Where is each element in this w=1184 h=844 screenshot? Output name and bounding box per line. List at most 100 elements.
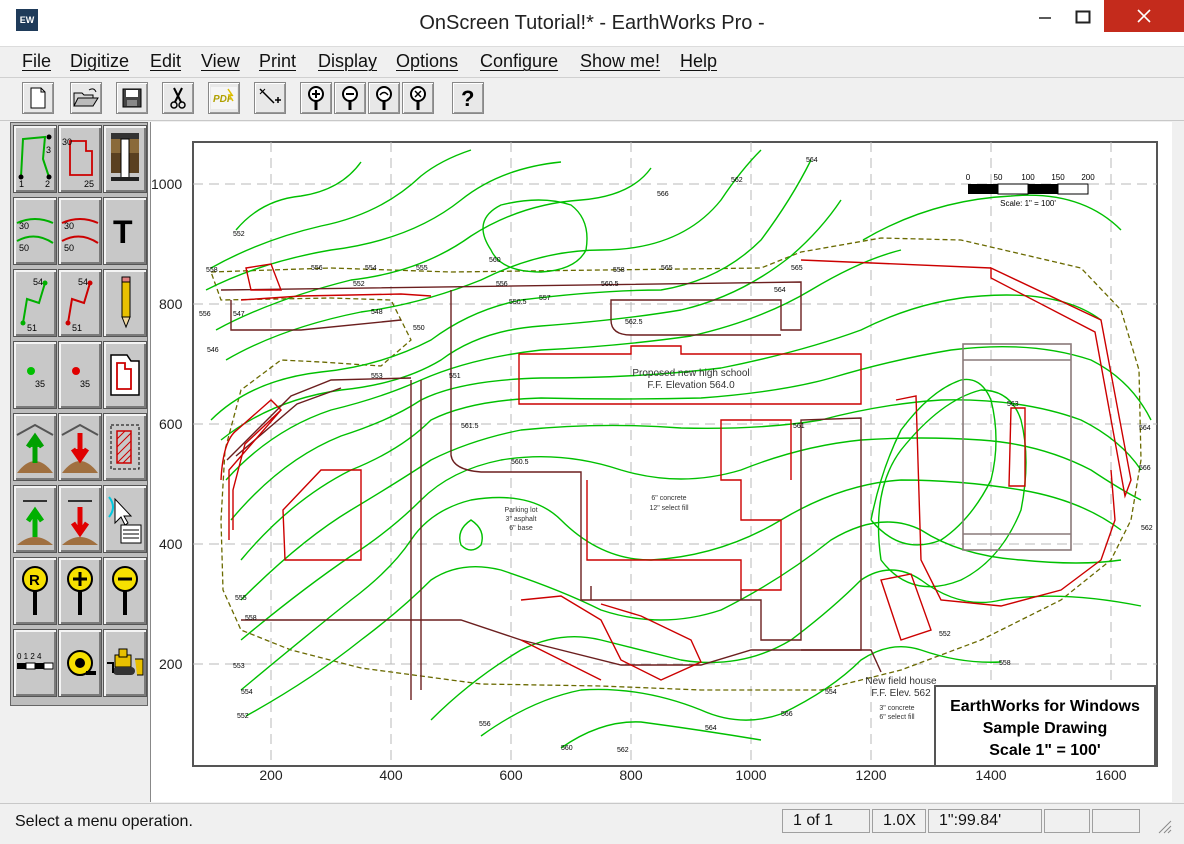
svg-text:54: 54 bbox=[78, 277, 88, 287]
svg-text:554: 554 bbox=[365, 265, 377, 272]
scale-bar-tool[interactable]: 0 1 2 4 bbox=[13, 629, 57, 697]
menu-digitize[interactable]: Digitize bbox=[70, 51, 129, 72]
zoom-window-button[interactable] bbox=[368, 82, 400, 114]
svg-text:560.5: 560.5 bbox=[601, 281, 619, 288]
select-properties-tool[interactable] bbox=[103, 485, 147, 553]
fill-up-icon bbox=[16, 423, 54, 473]
resize-grip-icon[interactable] bbox=[1156, 818, 1172, 834]
hatched-area-icon bbox=[110, 424, 140, 470]
svg-text:35: 35 bbox=[80, 379, 90, 389]
svg-text:R: R bbox=[29, 572, 40, 589]
zoom-minus-tool[interactable] bbox=[103, 557, 147, 625]
zoom-in-icon bbox=[67, 566, 93, 615]
open-file-button[interactable] bbox=[70, 82, 102, 114]
zoom-all-button[interactable] bbox=[402, 82, 434, 114]
svg-text:561.5: 561.5 bbox=[461, 423, 479, 430]
menu-file[interactable]: File bbox=[22, 51, 51, 72]
cut-button[interactable] bbox=[162, 82, 194, 114]
measure-tool[interactable] bbox=[58, 629, 102, 697]
x-tick-label: 400 bbox=[379, 767, 403, 783]
svg-text:T: T bbox=[113, 214, 133, 250]
polyline-connect-tool[interactable]: 51 54 bbox=[13, 269, 57, 337]
polyline-red-tool[interactable]: 51 54 bbox=[58, 269, 102, 337]
pencil-tool[interactable] bbox=[103, 269, 147, 337]
svg-text:565: 565 bbox=[661, 265, 673, 272]
svg-text:565: 565 bbox=[791, 265, 803, 272]
svg-text:30: 30 bbox=[62, 137, 72, 147]
soil-boring-tool[interactable] bbox=[103, 125, 147, 193]
pencil-icon bbox=[121, 276, 131, 329]
raise-surface-tool[interactable] bbox=[13, 485, 57, 553]
svg-text:552: 552 bbox=[233, 231, 245, 238]
scale-bar-icon: 0 1 2 4 bbox=[17, 652, 54, 670]
svg-text:3: 3 bbox=[46, 145, 51, 155]
site-plan-drawing: 1000 800 600 400 200 200 400 600 800 100… bbox=[151, 141, 1158, 783]
menu-show-me[interactable]: Show me! bbox=[580, 51, 660, 72]
svg-text:555: 555 bbox=[416, 265, 428, 272]
green-point-tool[interactable]: 35 bbox=[13, 341, 57, 409]
pdf-button[interactable]: PDF bbox=[208, 82, 240, 114]
bulldozer-icon bbox=[107, 648, 144, 676]
zoom-in-button[interactable] bbox=[300, 82, 332, 114]
zoom-out-icon bbox=[112, 566, 138, 615]
svg-text:547: 547 bbox=[233, 311, 245, 318]
status-panel-empty bbox=[1044, 809, 1090, 833]
red-point-tool[interactable]: 35 bbox=[58, 341, 102, 409]
save-button[interactable] bbox=[116, 82, 148, 114]
add-point-button[interactable] bbox=[254, 82, 286, 114]
status-scale: 1":99.84' bbox=[928, 809, 1042, 833]
label-base: 6" base bbox=[509, 525, 533, 532]
y-tick-label: 400 bbox=[159, 536, 183, 552]
label-concrete: 6" concrete bbox=[651, 495, 686, 502]
lower-surface-tool[interactable] bbox=[58, 485, 102, 553]
svg-text:553: 553 bbox=[371, 373, 383, 380]
cut-down-tool[interactable] bbox=[58, 413, 102, 481]
zoom-redraw-icon: R bbox=[22, 566, 48, 615]
svg-text:550: 550 bbox=[413, 325, 425, 332]
menu-configure[interactable]: Configure bbox=[480, 51, 558, 72]
drawing-canvas[interactable]: 1000 800 600 400 200 200 400 600 800 100… bbox=[150, 122, 1173, 802]
fill-up-tool[interactable] bbox=[13, 413, 57, 481]
contour-lines-tool[interactable]: 30 50 bbox=[13, 197, 57, 265]
digitize-points-icon: 1 2 3 bbox=[18, 134, 52, 189]
svg-text:564: 564 bbox=[1139, 425, 1151, 432]
menu-display[interactable]: Display bbox=[318, 51, 377, 72]
zoom-redraw-tool[interactable]: R bbox=[13, 557, 57, 625]
menu-edit[interactable]: Edit bbox=[150, 51, 181, 72]
title-block: EarthWorks for Windows Sample Drawing Sc… bbox=[934, 685, 1156, 767]
status-message: Select a menu operation. bbox=[15, 813, 193, 830]
add-point-icon bbox=[259, 88, 281, 104]
svg-text:546: 546 bbox=[207, 347, 219, 354]
menu-view[interactable]: View bbox=[201, 51, 240, 72]
open-folder-icon bbox=[73, 88, 99, 107]
svg-text:100: 100 bbox=[1021, 173, 1035, 182]
window-title: OnScreen Tutorial!* - EarthWorks Pro - bbox=[419, 12, 765, 34]
digitize-polygon-tool[interactable]: 30 25 bbox=[58, 125, 102, 193]
svg-text:50: 50 bbox=[994, 173, 1003, 182]
text-tool[interactable]: T bbox=[103, 197, 147, 265]
svg-text:555: 555 bbox=[235, 595, 247, 602]
label-school-elevation: F.F. Elevation 564.0 bbox=[647, 380, 735, 391]
area-outline-tool[interactable] bbox=[103, 341, 147, 409]
digitize-points-tool[interactable]: 1 2 3 bbox=[13, 125, 57, 193]
zoom-plus-tool[interactable] bbox=[58, 557, 102, 625]
svg-text:548: 548 bbox=[371, 309, 383, 316]
x-tick-label: 800 bbox=[619, 767, 643, 783]
close-button[interactable] bbox=[1104, 0, 1184, 32]
menu-print[interactable]: Print bbox=[259, 51, 296, 72]
svg-text:560: 560 bbox=[561, 745, 573, 752]
menu-help[interactable]: Help bbox=[680, 51, 717, 72]
maximize-button[interactable] bbox=[1060, 0, 1106, 34]
svg-text:553: 553 bbox=[233, 663, 245, 670]
new-file-button[interactable] bbox=[22, 82, 54, 114]
help-button[interactable]: ? bbox=[452, 82, 484, 114]
bulldozer-tool[interactable] bbox=[103, 629, 147, 697]
x-tick-label: 600 bbox=[499, 767, 523, 783]
title-block-line-2: Sample Drawing bbox=[983, 720, 1107, 737]
contour-edit-tool[interactable]: 30 50 bbox=[58, 197, 102, 265]
zoom-out-button[interactable] bbox=[334, 82, 366, 114]
menu-options[interactable]: Options bbox=[396, 51, 458, 72]
zoom-out-icon bbox=[342, 86, 358, 110]
hatched-area-tool[interactable] bbox=[103, 413, 147, 481]
scissors-icon bbox=[170, 87, 186, 109]
